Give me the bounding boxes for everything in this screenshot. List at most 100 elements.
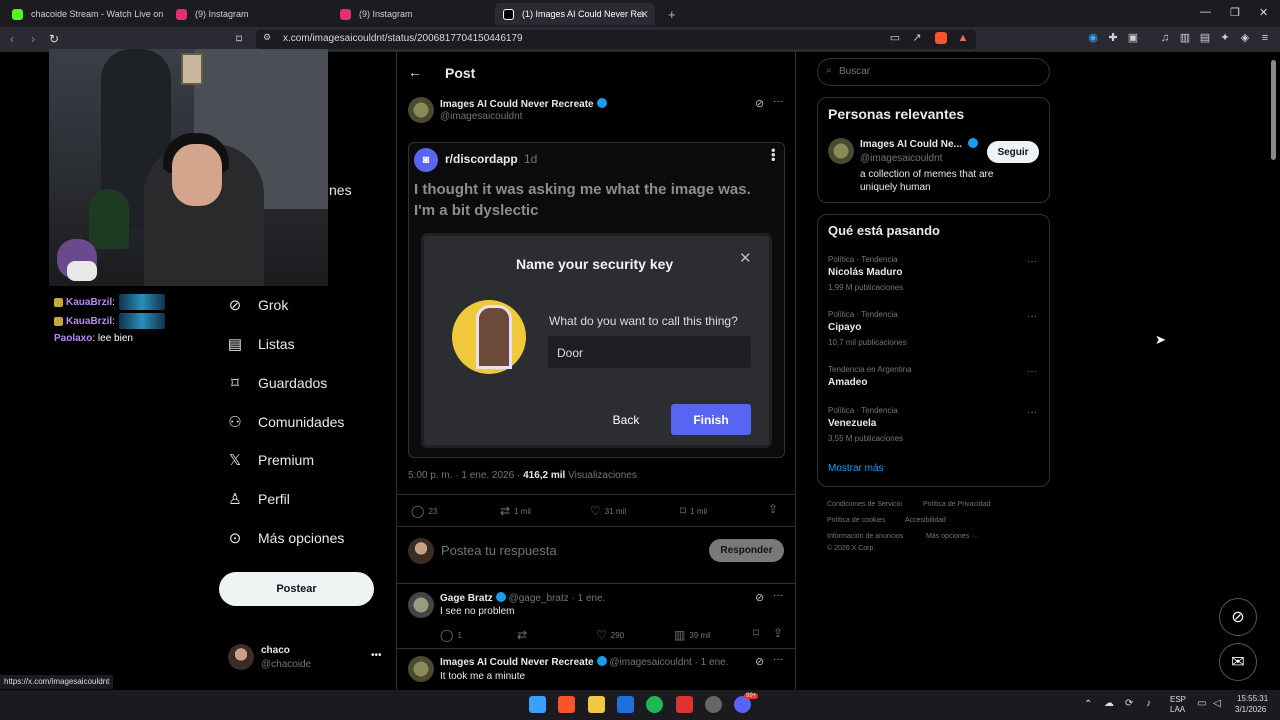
clock-time[interactable]: 15:55:31: [1237, 694, 1268, 703]
grok-explain-icon[interactable]: ⊘: [755, 591, 764, 604]
scrollbar[interactable]: [1271, 60, 1276, 160]
footer-link[interactable]: Más opciones ···: [926, 533, 978, 540]
nav-grok[interactable]: ⊘ Grok: [226, 296, 289, 314]
close-window-icon[interactable]: ✕: [1259, 6, 1268, 19]
minimize-icon[interactable]: —: [1200, 6, 1211, 18]
trend-name[interactable]: Venezuela: [828, 418, 876, 429]
menu-icon[interactable]: ≡: [1259, 32, 1271, 44]
reply-avatar[interactable]: [408, 592, 434, 618]
vpn-icon[interactable]: ◈: [1239, 32, 1251, 44]
dialog-title: Name your security key: [516, 256, 674, 272]
footer-link[interactable]: Información de anuncios: [827, 533, 903, 540]
trend-menu-icon[interactable]: ···: [1027, 256, 1037, 267]
bookmark-action[interactable]: ⌑ 1 mil: [680, 504, 707, 518]
audio-icon[interactable]: ◉: [1087, 32, 1099, 44]
account-avatar[interactable]: [228, 644, 254, 670]
trend-name[interactable]: Amadeo: [828, 377, 867, 388]
share-icon[interactable]: ⇪: [768, 502, 778, 516]
trend-name[interactable]: Nicolás Maduro: [828, 267, 902, 278]
wallet-icon[interactable]: ▤: [1199, 32, 1211, 44]
rewards-icon[interactable]: ▲: [957, 32, 969, 44]
tray-update-icon[interactable]: ⟳: [1125, 698, 1133, 709]
nav-comunidades[interactable]: ⚇ Comunidades: [226, 413, 344, 431]
brave-shield-icon[interactable]: [935, 32, 947, 44]
author-avatar[interactable]: [408, 97, 434, 123]
obs-icon[interactable]: [705, 696, 722, 713]
footer-link[interactable]: Condiciones de Servicio: [827, 501, 902, 508]
reply-menu-icon[interactable]: ···: [773, 654, 783, 665]
reply-like-action[interactable]: ♡ 290: [596, 628, 624, 642]
new-tab-button[interactable]: +: [660, 3, 680, 25]
reply-repost-action[interactable]: ⇄: [517, 628, 531, 642]
verified-icon: [967, 138, 978, 148]
trend-menu-icon[interactable]: ···: [1027, 311, 1037, 322]
trend-menu-icon[interactable]: ···: [1027, 366, 1037, 377]
bookmark-icon[interactable]: ⌑: [753, 626, 759, 640]
trend-menu-icon[interactable]: ···: [1027, 407, 1037, 418]
back-icon[interactable]: ‹: [10, 32, 14, 46]
footer-link[interactable]: Accesibilidad: [905, 517, 946, 524]
sidebar-icon[interactable]: ▥: [1179, 32, 1191, 44]
author-name[interactable]: Images AI Could Never Recreate: [440, 98, 607, 110]
tab-x-post[interactable]: (1) Images AI Could Never Recre ✕: [495, 3, 655, 25]
extensions-icon[interactable]: ✚: [1107, 32, 1119, 44]
grok-explain-icon[interactable]: ⊘: [755, 97, 764, 110]
restore-icon[interactable]: ❐: [1230, 6, 1240, 19]
reply-avatar[interactable]: [408, 656, 434, 682]
media-icon[interactable]: ♫: [1159, 32, 1171, 44]
start-icon[interactable]: [529, 696, 546, 713]
repost-action[interactable]: ⇄ 1 mil: [500, 504, 531, 518]
nav-guardados[interactable]: ⌑ Guardados: [226, 374, 327, 392]
footer-link[interactable]: Política de Privacidad: [923, 501, 990, 508]
bookmark-page-icon[interactable]: ⌑: [236, 32, 242, 46]
trend-name[interactable]: Cipayo: [828, 322, 861, 333]
share-icon[interactable]: ⇪: [773, 626, 783, 640]
explorer-icon[interactable]: [588, 696, 605, 713]
tab-instagram-2[interactable]: (9) Instagram: [332, 3, 492, 25]
grok-fab-icon[interactable]: ⊘: [1219, 598, 1257, 636]
reload-icon[interactable]: ↻: [49, 32, 59, 46]
like-action[interactable]: ♡ 31 mil: [590, 504, 626, 518]
grok-explain-icon[interactable]: ⊘: [755, 655, 764, 668]
trend-meta: Tendencia en Argentina: [828, 365, 912, 374]
screenshot-icon[interactable]: ▣: [1127, 32, 1139, 44]
nav-mas-opciones[interactable]: ⊙ Más opciones: [226, 529, 345, 547]
post-menu-icon[interactable]: ···: [773, 96, 783, 107]
language-indicator[interactable]: ESP: [1170, 695, 1186, 704]
close-tab-icon[interactable]: ✕: [640, 8, 649, 21]
reply-action[interactable]: ◯ 23: [411, 504, 437, 518]
volume-icon[interactable]: ◁: [1213, 698, 1221, 709]
relevant-name[interactable]: Images AI Could Ne...: [860, 138, 978, 150]
forward-icon[interactable]: ›: [31, 32, 35, 46]
network-icon[interactable]: ▭: [1197, 698, 1206, 709]
messages-fab-icon[interactable]: ✉: [1219, 643, 1257, 681]
relevant-avatar[interactable]: [828, 138, 854, 164]
bing-icon[interactable]: [617, 696, 634, 713]
tray-chevron-icon[interactable]: ⌃: [1084, 699, 1092, 710]
post-button[interactable]: Postear: [219, 572, 374, 606]
cast-icon[interactable]: ▭: [889, 32, 901, 44]
reply-input[interactable]: Postea tu respuesta: [441, 543, 557, 558]
tray-app-icon[interactable]: ☁: [1104, 698, 1114, 709]
nav-listas[interactable]: ▤ Listas: [226, 335, 295, 353]
account-menu-icon[interactable]: •••: [371, 650, 382, 661]
nav-perfil[interactable]: ♙ Perfil: [226, 490, 290, 508]
site-info-icon[interactable]: ⚙: [263, 32, 271, 43]
back-arrow-icon[interactable]: ←: [408, 64, 422, 80]
nav-premium[interactable]: 𝕏 Premium: [226, 451, 314, 469]
share-icon[interactable]: ↗: [911, 32, 923, 44]
follow-button[interactable]: Seguir: [987, 141, 1039, 163]
reply-button[interactable]: Responder: [709, 539, 784, 562]
brave-taskbar-icon[interactable]: [558, 696, 575, 713]
tab-kick-stream[interactable]: chacoide Stream - Watch Live on: [4, 3, 164, 25]
reply-views[interactable]: ▥ 39 mil: [674, 628, 711, 642]
leo-icon[interactable]: ✦: [1219, 32, 1231, 44]
microphone-icon[interactable]: ♪: [1146, 698, 1151, 709]
tab-instagram-1[interactable]: (9) Instagram: [168, 3, 328, 25]
spotify-icon[interactable]: [646, 696, 663, 713]
footer-link[interactable]: Política de cookies: [827, 517, 885, 524]
reply-menu-icon[interactable]: ···: [773, 590, 783, 601]
show-more-link[interactable]: Mostrar más: [828, 463, 884, 474]
recorder-icon[interactable]: [676, 696, 693, 713]
reply-reply-action[interactable]: ◯ 1: [440, 628, 462, 642]
